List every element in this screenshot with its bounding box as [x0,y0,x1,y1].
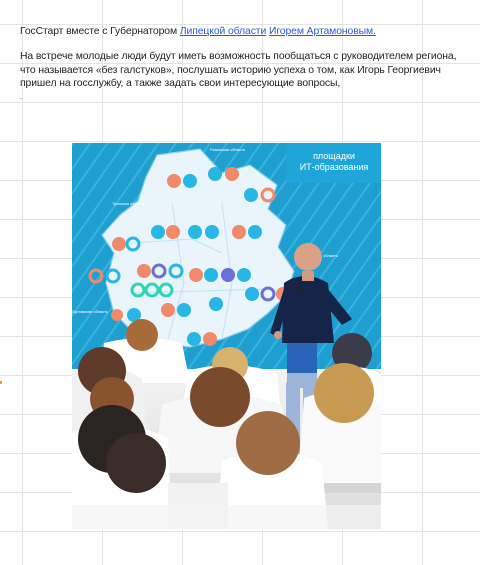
event-photo-illustration: площадки ИТ-образования Рязанская област… [72,143,381,529]
post-trailing: . [20,91,23,101]
map-label-orel: Орловская область [72,309,108,314]
post-intro-line: ГосСтарт вместе с Губернатором Липецкой … [20,25,472,38]
banner-text-2: ИТ-образования [300,162,369,172]
post-body: На встрече молодые люди будут иметь возм… [20,51,457,90]
map-label-tula: Тульская область [112,201,145,206]
link-lipetsk-region[interactable]: Липецкой области [180,26,266,37]
map-label-ryazan: Рязанская область [210,147,245,152]
link-igor-artamonov[interactable]: Игорем Артамоновым. [269,26,376,37]
intro-text: ГосСтарт вместе с Губернатором [20,26,177,37]
banner-text-1: площадки [313,151,355,161]
post-text: ГосСтарт вместе с Губернатором Липецкой … [20,25,472,101]
left-edge-marker [0,381,2,384]
event-photo[interactable]: площадки ИТ-образования Рязанская област… [72,143,381,529]
